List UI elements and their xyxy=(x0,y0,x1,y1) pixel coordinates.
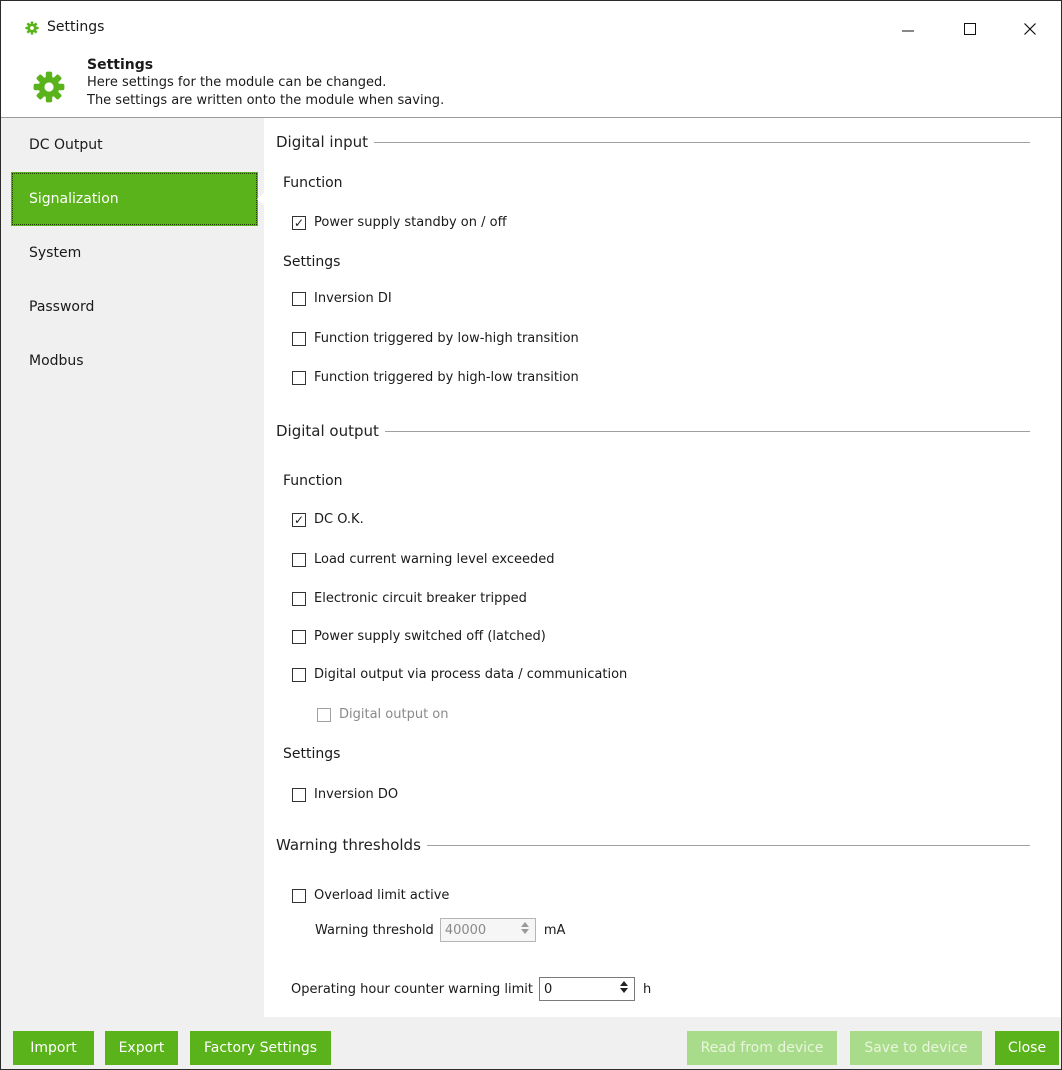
close-icon xyxy=(1024,23,1036,35)
checkbox-power-switched-off[interactable]: Power supply switched off (latched) xyxy=(292,629,546,644)
checkbox-label: Overload limit active xyxy=(314,888,450,903)
group-digital-input: Digital input xyxy=(276,133,1030,151)
digital-input-settings-label: Settings xyxy=(283,254,341,270)
checkbox-label: Inversion DO xyxy=(314,787,399,802)
checkbox-inversion-do[interactable]: Inversion DO xyxy=(292,787,398,802)
sidebar-item-label: DC Output xyxy=(29,137,103,153)
checkbox-digital-output-on[interactable]: Digital output on xyxy=(317,707,449,722)
checkbox-dc-ok[interactable]: ✓ DC O.K. xyxy=(292,512,364,527)
group-title: Warning thresholds xyxy=(276,836,421,854)
checkbox-box[interactable] xyxy=(292,629,306,644)
digital-input-function-label: Function xyxy=(283,175,343,191)
checkbox-label: DC O.K. xyxy=(314,512,364,527)
checkbox-box[interactable] xyxy=(292,370,306,385)
checkbox-box[interactable] xyxy=(292,667,306,682)
warning-threshold-value: 40000 xyxy=(444,922,487,938)
group-warning-thresholds: Warning thresholds xyxy=(276,836,1030,854)
checkbox-label: Inversion DI xyxy=(314,291,392,306)
checkbox-high-low-transition[interactable]: Function triggered by high-low transitio… xyxy=(292,370,579,385)
warning-threshold-spinbox[interactable]: 40000 xyxy=(439,918,536,942)
settings-window: Settings Settings Here settings for the … xyxy=(0,0,1062,1070)
group-divider xyxy=(384,430,1030,432)
checkbox-circuit-breaker-tripped[interactable]: Electronic circuit breaker tripped xyxy=(292,591,527,606)
minimize-icon xyxy=(902,30,914,32)
checkbox-power-supply-standby[interactable]: ✓ Power supply standby on / off xyxy=(292,215,507,230)
checkbox-output-via-process-data[interactable]: Digital output via process data / commun… xyxy=(292,667,627,682)
checkbox-label: Digital output on xyxy=(339,707,449,722)
export-button[interactable]: Export xyxy=(105,1031,178,1065)
checkbox-label: Digital output via process data / commun… xyxy=(314,667,628,682)
checkbox-label: Function triggered by low-high transitio… xyxy=(314,331,579,346)
checkbox-label: Power supply switched off (latched) xyxy=(314,629,546,644)
digital-output-settings-label: Settings xyxy=(283,746,341,762)
spin-arrows-icon[interactable] xyxy=(619,981,628,993)
checkbox-box[interactable] xyxy=(292,787,306,802)
read-from-device-button[interactable]: Read from device xyxy=(687,1031,837,1065)
header-description: Here settings for the module can be chan… xyxy=(87,75,387,90)
group-divider xyxy=(426,844,1030,846)
header-title: Settings xyxy=(87,57,154,73)
hour-counter-spinbox[interactable]: 0 xyxy=(538,977,635,1001)
sidebar-item-label: Signalization xyxy=(29,191,119,207)
close-button[interactable]: Close xyxy=(995,1031,1059,1065)
checkbox-label: Electronic circuit breaker tripped xyxy=(314,591,527,606)
checkbox-overload-limit-active[interactable]: Overload limit active xyxy=(292,888,449,903)
sidebar: DC Output Signalization System Password … xyxy=(1,118,265,1017)
hour-counter-label: Operating hour counter warning limit xyxy=(291,981,533,997)
group-divider xyxy=(374,141,1030,143)
sidebar-item-dc-output[interactable]: DC Output xyxy=(1,118,264,172)
warning-threshold-label: Warning threshold xyxy=(315,922,434,938)
maximize-button[interactable] xyxy=(947,11,993,47)
checkbox-box[interactable] xyxy=(317,707,331,722)
factory-settings-button[interactable]: Factory Settings xyxy=(190,1031,331,1065)
maximize-icon xyxy=(964,23,976,35)
window-title: Settings xyxy=(47,19,105,35)
sidebar-item-system[interactable]: System xyxy=(1,226,264,280)
group-title: Digital output xyxy=(276,422,379,440)
digital-output-function-label: Function xyxy=(283,473,343,489)
title-bar: Settings xyxy=(1,1,1061,47)
content-panel: Digital input Function ✓ Power supply st… xyxy=(264,118,1061,1017)
sidebar-item-password[interactable]: Password xyxy=(1,280,264,334)
checkbox-low-high-transition[interactable]: Function triggered by low-high transitio… xyxy=(292,331,579,346)
checkbox-box[interactable] xyxy=(292,591,306,606)
footer-bar: Import Export Factory Settings Read from… xyxy=(1,1017,1061,1069)
checkbox-box[interactable] xyxy=(292,888,306,903)
checkbox-label: Function triggered by high-low transitio… xyxy=(314,370,579,385)
gear-icon xyxy=(33,71,65,103)
checkbox-label: Power supply standby on / off xyxy=(314,215,507,230)
sidebar-item-label: Modbus xyxy=(29,353,84,369)
hour-counter-value: 0 xyxy=(543,981,553,997)
checkbox-box[interactable]: ✓ xyxy=(292,512,306,527)
warning-threshold-row: Warning threshold 40000 mA xyxy=(315,918,565,942)
import-button[interactable]: Import xyxy=(13,1031,94,1065)
hour-counter-unit: h xyxy=(642,981,652,997)
hour-counter-row: Operating hour counter warning limit 0 h xyxy=(291,977,651,1001)
checkbox-box[interactable]: ✓ xyxy=(292,215,306,230)
checkbox-load-current-warning[interactable]: Load current warning level exceeded xyxy=(292,552,554,567)
warning-threshold-unit: mA xyxy=(543,922,566,938)
sidebar-item-modbus[interactable]: Modbus xyxy=(1,334,264,388)
close-window-button[interactable] xyxy=(1007,11,1053,47)
checkbox-box[interactable] xyxy=(292,552,306,567)
checkbox-label: Load current warning level exceeded xyxy=(314,552,555,567)
checkbox-inversion-di[interactable]: Inversion DI xyxy=(292,291,392,306)
group-title: Digital input xyxy=(276,133,368,151)
spin-arrows-icon[interactable] xyxy=(520,922,529,934)
checkbox-box[interactable] xyxy=(292,291,306,306)
dialog-header: Settings Here settings for the module ca… xyxy=(1,47,1061,117)
sidebar-item-label: Password xyxy=(29,299,95,315)
group-digital-output: Digital output xyxy=(276,422,1030,440)
checkbox-box[interactable] xyxy=(292,331,306,346)
gear-icon xyxy=(25,21,39,35)
sidebar-item-signalization[interactable]: Signalization xyxy=(11,172,265,226)
save-to-device-button[interactable]: Save to device xyxy=(850,1031,982,1065)
sidebar-item-label: System xyxy=(29,245,82,261)
minimize-button[interactable] xyxy=(885,11,931,47)
header-description-2: The settings are written onto the module… xyxy=(87,93,445,108)
